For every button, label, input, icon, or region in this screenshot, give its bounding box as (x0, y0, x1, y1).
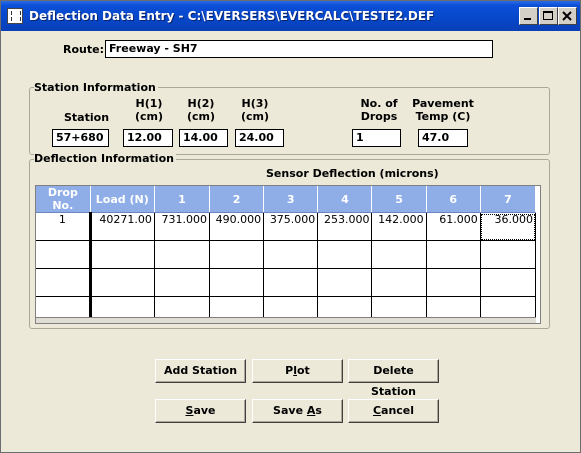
grid-cell[interactable]: 142.000 (371, 212, 427, 241)
minimize-button[interactable] (519, 7, 538, 25)
table-row (36, 240, 537, 269)
window-title: Deflection Data Entry - C:\EVERSERS\EVER… (29, 9, 435, 23)
cancel-label-post: ancel (381, 404, 415, 417)
grid-cell[interactable]: 40271.00 (90, 212, 155, 241)
col-header-sensor-1[interactable]: 1 (154, 186, 211, 213)
h2-label: H(2) (cm) (186, 97, 216, 123)
grid-cell-focused[interactable]: 36.000 (480, 212, 537, 241)
grid-cell[interactable] (154, 268, 211, 297)
maximize-icon (543, 11, 553, 20)
grid-cell[interactable] (480, 240, 537, 269)
app-icon[interactable] (7, 8, 23, 24)
grid-cell[interactable]: 1 (36, 212, 92, 241)
h1-input[interactable]: 12.00 (123, 129, 173, 147)
deflection-data-entry-window: Deflection Data Entry - C:\EVERSERS\EVER… (0, 0, 581, 453)
grid-cell[interactable] (371, 268, 427, 297)
add-station-button[interactable]: Add Station (155, 359, 246, 383)
station-information-title: Station Information (34, 81, 158, 94)
grid-cell[interactable] (317, 240, 373, 269)
grid-cell[interactable]: 61.000 (426, 212, 481, 241)
table-row: 1 40271.00 731.000 490.000 375.000 253.0… (36, 212, 537, 241)
col-header-sensor-4[interactable]: 4 (317, 186, 373, 213)
grid-cell[interactable] (90, 240, 155, 269)
pavement-temp-label: Pavement Temp (C) (412, 97, 474, 123)
col-header-sensor-6[interactable]: 6 (426, 186, 481, 213)
col-header-sensor-5[interactable]: 5 (371, 186, 427, 213)
h3-label: H(3) (cm) (240, 97, 270, 123)
col-header-sensor-7[interactable]: 7 (480, 186, 537, 213)
grid-cell[interactable] (263, 268, 319, 297)
delete-station-button[interactable]: Delete Station (348, 359, 439, 398)
grid-cell[interactable] (36, 240, 92, 269)
close-button[interactable] (558, 7, 577, 25)
table-row (36, 268, 537, 297)
station-label: Station (64, 111, 110, 124)
minimize-icon (524, 18, 531, 20)
h1-label: H(1) (cm) (134, 97, 164, 123)
h3-input[interactable]: 24.00 (235, 129, 284, 147)
grid-cell[interactable] (371, 240, 427, 269)
grid-cell[interactable] (426, 268, 481, 297)
grid-cell[interactable]: 731.000 (154, 212, 211, 241)
plot-label-pre: P (285, 364, 294, 377)
grid-cell[interactable] (480, 268, 537, 297)
save-button[interactable]: Save (155, 399, 246, 423)
route-label: Route: (63, 43, 104, 56)
grid-cell[interactable] (36, 268, 92, 297)
col-header-load[interactable]: Load (N) (90, 186, 155, 213)
deflection-information-title: Deflection Information (34, 152, 176, 165)
grid-cell[interactable] (90, 268, 155, 297)
grid-cell[interactable] (263, 240, 319, 269)
drops-label: No. of Drops (360, 97, 398, 123)
col-header-sensor-2[interactable]: 2 (209, 186, 265, 213)
save-label-post: ave (193, 404, 216, 417)
sensor-deflection-caption: Sensor Deflection (microns) (266, 167, 439, 180)
grid-horizontal-scrollbar[interactable] (36, 317, 536, 323)
pavement-temp-input[interactable]: 47.0 (418, 129, 468, 147)
save-as-label-post: s (315, 404, 322, 417)
grid-cell[interactable]: 490.000 (209, 212, 265, 241)
h2-input[interactable]: 14.00 (179, 129, 228, 147)
col-header-sensor-3[interactable]: 3 (263, 186, 319, 213)
plot-button[interactable]: Plot (252, 359, 343, 383)
add-station-label: Add Station (163, 364, 238, 377)
station-input[interactable]: 57+680 (52, 129, 109, 147)
grid-cell[interactable] (154, 240, 211, 269)
grid-cell[interactable]: 253.000 (317, 212, 373, 241)
cancel-label-mnemonic: C (372, 404, 382, 417)
delete-station-label: Delete Station (370, 364, 417, 398)
grid-cell[interactable]: 375.000 (263, 212, 319, 241)
col-header-drop-no[interactable]: Drop No. (36, 186, 91, 213)
close-icon (562, 11, 572, 21)
drops-input[interactable]: 1 (352, 129, 401, 147)
plot-label-post: ot (297, 364, 310, 377)
cancel-button[interactable]: Cancel (348, 399, 439, 423)
route-input[interactable]: Freeway - SH7 (105, 40, 493, 58)
save-as-label-pre: Save (273, 404, 307, 417)
grid-cell[interactable] (209, 240, 265, 269)
maximize-button[interactable] (539, 7, 558, 25)
grid-cell[interactable] (209, 268, 265, 297)
grid-header-row: Drop No. Load (N) 1 2 3 4 5 6 7 (36, 186, 537, 213)
save-as-button[interactable]: Save As (252, 399, 343, 423)
grid-cell[interactable] (426, 240, 481, 269)
deflection-grid[interactable]: Drop No. Load (N) 1 2 3 4 5 6 7 1 40271.… (35, 185, 541, 324)
title-bar[interactable]: Deflection Data Entry - C:\EVERSERS\EVER… (1, 1, 580, 31)
grid-cell[interactable] (317, 268, 373, 297)
